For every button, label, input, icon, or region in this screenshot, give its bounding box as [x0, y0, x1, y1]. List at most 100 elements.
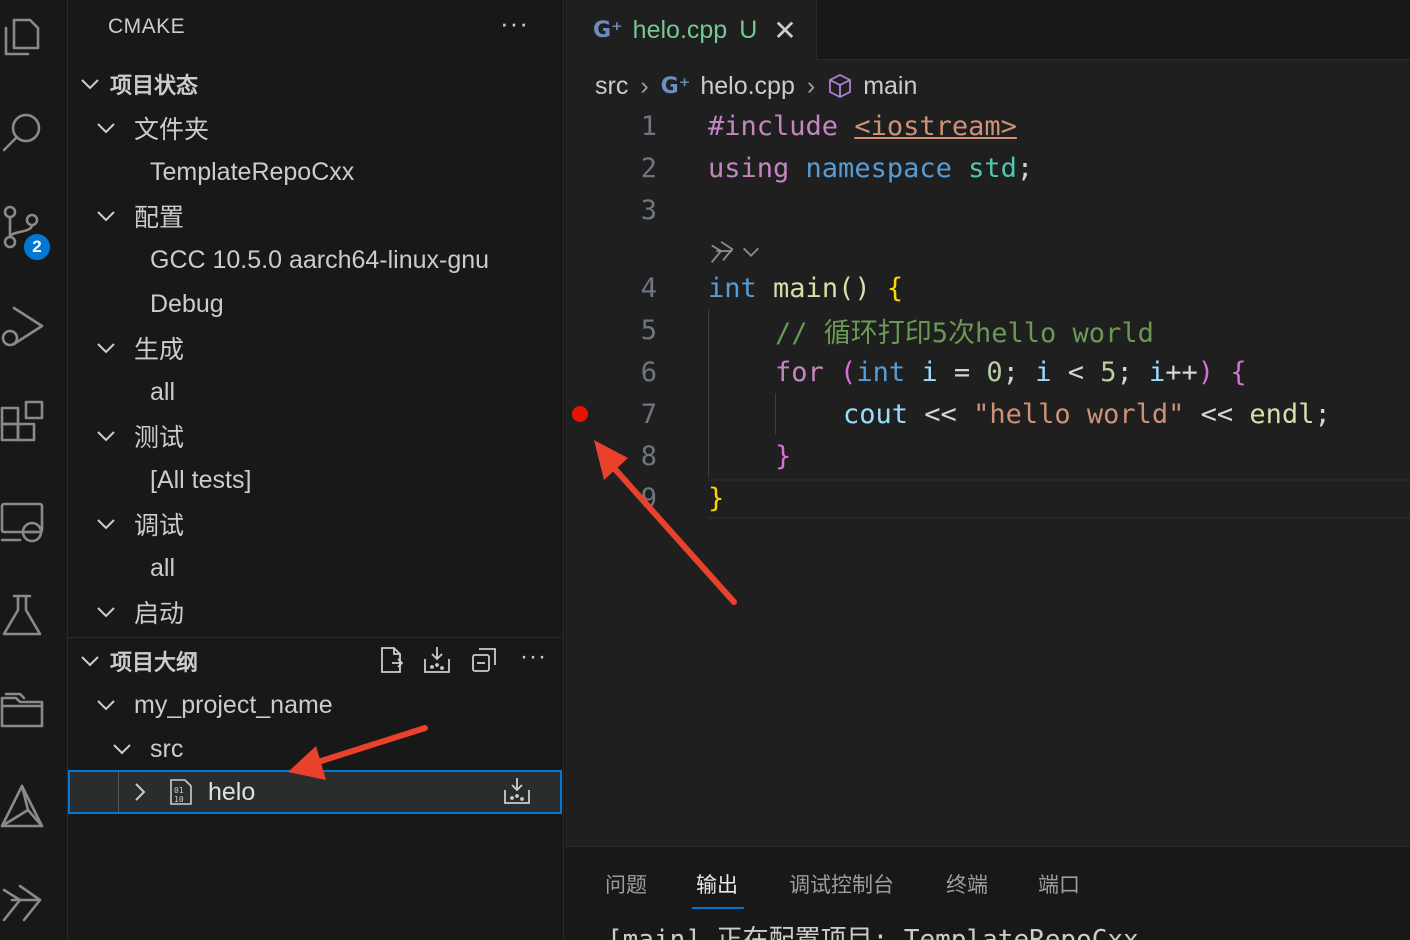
editor-area: G⁺ helo.cpp U ✕ src › G⁺ helo.cpp › main… [565, 0, 1410, 846]
chevron-down-icon [94, 116, 118, 140]
line-number: 6 [640, 356, 657, 388]
tree-item-label: src [150, 734, 184, 763]
tree-item-config-kit[interactable]: GCC 10.5.0 aarch64-linux-gnu [68, 238, 562, 282]
chevron-down-icon [94, 512, 118, 536]
tree-item-label: 调试 [134, 512, 185, 540]
chevron-down-icon [78, 72, 102, 96]
svg-text:10: 10 [174, 795, 184, 804]
testing-icon[interactable] [0, 592, 50, 642]
breadcrumb: src › G⁺ helo.cpp › main [595, 66, 917, 106]
code-line: 7 cout << "hello world" << endl; [565, 393, 1410, 435]
tree-item-folder[interactable]: 文件夹 [68, 106, 562, 150]
search-icon[interactable] [0, 108, 50, 158]
tree-item-label: my_project_name [134, 690, 333, 719]
line-number: 7 [640, 398, 657, 430]
tree-item-label: [All tests] [150, 465, 252, 494]
sidebar-more-button[interactable]: ··· [500, 8, 529, 39]
tab-filename: helo.cpp [632, 15, 728, 44]
sidebar-title: CMAKE [108, 15, 186, 38]
run-debug-icon[interactable] [0, 302, 50, 352]
tree-item-debug-target[interactable]: all [68, 546, 562, 590]
bottom-panel: 问题 输出 调试控制台 终端 端口 [main] 正在配置项目: Templat… [565, 846, 1410, 940]
collapse-all-icon[interactable] [470, 645, 500, 677]
line-number: 4 [640, 272, 657, 304]
copilot-icon[interactable] [0, 880, 50, 930]
tree-item-folder-value[interactable]: TemplateRepoCxx [68, 150, 562, 194]
tree-item-build[interactable]: 生成 [68, 326, 562, 370]
tree-item-test-target[interactable]: [All tests] [68, 458, 562, 502]
section-header: 项目状态 [110, 73, 199, 98]
chevron-down-icon [94, 424, 118, 448]
section-divider [68, 637, 562, 638]
cmake-icon[interactable] [0, 784, 50, 834]
tree-item-src-folder[interactable]: src [68, 727, 562, 771]
active-tab-indicator [692, 907, 744, 909]
source-control-badge: 2 [22, 232, 52, 262]
output-text: [main] 正在配置项目: TemplateRepoCxx [607, 925, 1139, 940]
tree-item-project[interactable]: my_project_name [68, 683, 562, 727]
breadcrumb-folder[interactable]: src [595, 72, 628, 101]
tree-item-label: Debug [150, 289, 224, 318]
line-number: 8 [640, 440, 657, 472]
chevron-down-icon [94, 600, 118, 624]
chevron-right-icon: › [640, 71, 649, 100]
code-line: 3 [565, 189, 1410, 231]
line-number: 2 [640, 152, 657, 184]
folder-icon[interactable] [0, 688, 50, 738]
tree-item-debug[interactable]: 调试 [68, 502, 562, 546]
tree-item-launch[interactable]: 启动 [68, 590, 562, 634]
line-number: 3 [640, 194, 657, 226]
breadcrumb-file[interactable]: helo.cpp [700, 72, 795, 101]
code-line: 5 // 循环打印5次hello world [565, 309, 1410, 351]
code-line: 1 #include <iostream> [565, 105, 1410, 147]
tree-item-build-target[interactable]: all [68, 370, 562, 414]
configure-all-icon[interactable] [376, 645, 406, 677]
close-icon[interactable]: ✕ [773, 14, 796, 47]
tree-item-label: all [150, 377, 176, 406]
code-line: 9 } [565, 477, 1410, 519]
tab-problems[interactable]: 问题 [605, 869, 647, 899]
breadcrumb-symbol[interactable]: main [863, 72, 917, 101]
code-line: 2 using namespace std; [565, 147, 1410, 189]
tree-item-label: all [150, 553, 176, 582]
tree-item-test[interactable]: 测试 [68, 414, 562, 458]
chevron-down-icon [94, 204, 118, 228]
chevron-right-icon[interactable] [128, 780, 152, 804]
extensions-icon[interactable] [0, 400, 50, 450]
tree-item-label: 文件夹 [134, 116, 210, 144]
binary-file-icon: 01 10 [168, 778, 194, 806]
chevron-down-icon [110, 737, 134, 761]
tab-helo-cpp[interactable]: G⁺ helo.cpp U ✕ [565, 0, 817, 60]
chevron-down-icon [78, 649, 102, 673]
explorer-icon[interactable] [0, 14, 50, 64]
tree-item-label: GCC 10.5.0 aarch64-linux-gnu [150, 245, 490, 274]
tree-item-label: TemplateRepoCxx [150, 157, 355, 186]
chevron-down-icon [94, 693, 118, 717]
outline-more-button[interactable]: ··· [520, 643, 547, 671]
tab-ports[interactable]: 端口 [1038, 869, 1080, 899]
tree-item-label: 配置 [134, 204, 185, 232]
line-number: 5 [640, 314, 657, 346]
tab-debug-console[interactable]: 调试控制台 [789, 869, 894, 899]
tree-item-label: helo [208, 777, 256, 806]
section-header: 项目大纲 [110, 650, 199, 675]
code-line: 8 } [565, 435, 1410, 477]
tab-terminal[interactable]: 终端 [946, 869, 988, 899]
remote-explorer-icon[interactable] [0, 500, 50, 550]
tab-bar: G⁺ helo.cpp U ✕ [565, 0, 1410, 60]
tree-item-config-type[interactable]: Debug [68, 282, 562, 326]
cpp-file-icon: G⁺ [593, 17, 623, 43]
section-project-status[interactable]: 项目状态 [68, 62, 562, 106]
tab-status-badge: U [739, 15, 758, 44]
tree-item-config[interactable]: 配置 [68, 194, 562, 238]
build-target-icon[interactable] [502, 776, 532, 811]
cpp-file-icon: G⁺ [660, 73, 691, 99]
tree-item-label: 生成 [134, 336, 185, 364]
tree-item-target-helo[interactable]: 01 10 helo [68, 770, 562, 814]
codelens-icon[interactable] [708, 238, 762, 266]
line-number: 9 [640, 482, 657, 514]
build-all-icon[interactable] [422, 645, 452, 677]
chevron-right-icon: › [806, 71, 816, 100]
activity-bar: 2 [0, 0, 68, 940]
tab-output[interactable]: 输出 [696, 869, 738, 899]
